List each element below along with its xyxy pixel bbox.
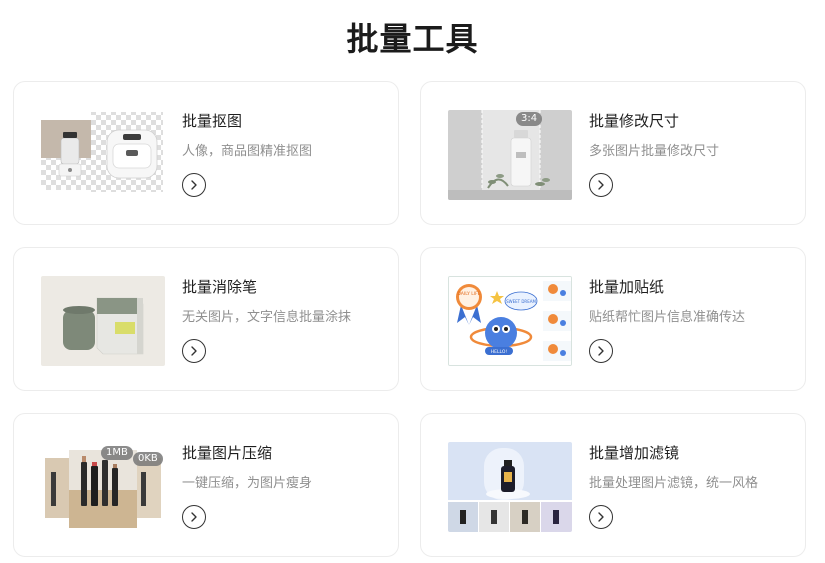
- chevron-right-icon: [598, 346, 604, 356]
- tool-card-batch-filter[interactable]: 批量增加滤镜 批量处理图片滤镜，统一风格: [420, 413, 806, 557]
- card-title: 批量修改尺寸: [589, 112, 680, 130]
- chevron-right-icon: [598, 180, 604, 190]
- tool-card-batch-eraser[interactable]: 批量消除笔 无关图片，文字信息批量涂抹: [13, 247, 399, 391]
- filter-thumbnail: [448, 442, 572, 532]
- ratio-badge: 3:4: [516, 112, 543, 126]
- card-description: 无关图片，文字信息批量涂抹: [182, 310, 352, 325]
- tool-card-batch-stickers[interactable]: DAILY LIFE SWEET DREAM HELLO! 批量加贴纸 贴纸帮忙…: [420, 247, 806, 391]
- box-label-graphic: [115, 322, 135, 334]
- card-title: 批量增加滤镜: [589, 444, 680, 462]
- open-tool-button[interactable]: [589, 505, 613, 529]
- card-title: 批量消除笔: [182, 278, 258, 296]
- card-description: 贴纸帮忙图片信息准确传达: [589, 310, 746, 325]
- tool-card-batch-cutout[interactable]: 批量抠图 人像，商品图精准抠图: [13, 81, 399, 225]
- chevron-right-icon: [191, 346, 197, 356]
- page-title: 批量工具: [346, 20, 479, 58]
- open-tool-button[interactable]: [589, 339, 613, 363]
- open-tool-button[interactable]: [589, 173, 613, 197]
- card-description: 批量处理图片滤镜，统一风格: [589, 476, 759, 491]
- open-tool-button[interactable]: [182, 505, 206, 529]
- sticker-text: SWEET DREAM: [506, 299, 536, 304]
- resize-thumbnail: 3:4: [448, 110, 572, 200]
- chevron-right-icon: [191, 180, 197, 190]
- card-title: 批量加贴纸: [589, 278, 665, 296]
- chevron-right-icon: [191, 512, 197, 522]
- cutout-thumbnail: [41, 110, 165, 200]
- card-description: 人像，商品图精准抠图: [182, 144, 313, 159]
- size-tag-original: 0KB: [133, 452, 163, 466]
- card-description: 一键压缩，为图片瘦身: [182, 476, 313, 491]
- open-tool-button[interactable]: [182, 173, 206, 197]
- stickers-thumbnail: DAILY LIFE SWEET DREAM HELLO!: [448, 276, 572, 366]
- compress-thumbnail: 1MB 0KB: [41, 442, 165, 532]
- eraser-thumbnail: [41, 276, 165, 366]
- card-title: 批量抠图: [182, 112, 243, 130]
- open-tool-button[interactable]: [182, 339, 206, 363]
- card-title: 批量图片压缩: [182, 444, 273, 462]
- size-tag-compressed: 1MB: [101, 446, 133, 460]
- tool-card-batch-resize[interactable]: 3:4 批量修改尺寸 多张图片批量修改尺寸: [420, 81, 806, 225]
- tool-card-batch-compress[interactable]: 1MB 0KB 批量图片压缩 一键压缩，为图片瘦身: [13, 413, 399, 557]
- chevron-right-icon: [598, 512, 604, 522]
- card-description: 多张图片批量修改尺寸: [589, 144, 720, 159]
- sticker-text: DAILY LIFE: [457, 291, 480, 297]
- sticker-text: HELLO!: [491, 349, 508, 355]
